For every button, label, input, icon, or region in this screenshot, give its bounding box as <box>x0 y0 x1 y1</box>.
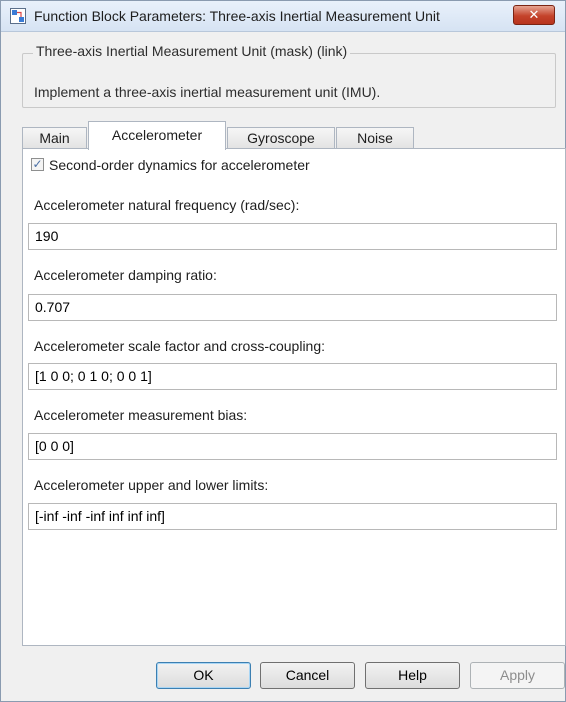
help-button[interactable]: Help <box>365 662 460 689</box>
tab-bar: Main Accelerometer Gyroscope Noise <box>22 121 562 150</box>
close-button[interactable]: ✕ <box>513 5 555 25</box>
limits-input[interactable]: [-inf -inf -inf inf inf inf] <box>28 503 557 530</box>
measurement-bias-input[interactable]: [0 0 0] <box>28 433 557 460</box>
second-order-label: Second-order dynamics for accelerometer <box>49 157 310 173</box>
block-parameters-icon <box>10 8 26 24</box>
ok-button[interactable]: OK <box>156 662 251 689</box>
damping-ratio-label: Accelerometer damping ratio: <box>34 267 217 283</box>
scale-factor-label: Accelerometer scale factor and cross-cou… <box>34 338 326 354</box>
tab-noise[interactable]: Noise <box>336 127 414 149</box>
limits-label: Accelerometer upper and lower limits: <box>34 477 269 493</box>
close-icon: ✕ <box>528 7 540 22</box>
dialog-window: Function Block Parameters: Three-axis In… <box>0 0 566 702</box>
title-bar[interactable]: Function Block Parameters: Three-axis In… <box>1 1 565 32</box>
tab-gyroscope[interactable]: Gyroscope <box>227 127 335 149</box>
tab-accelerometer[interactable]: Accelerometer <box>88 121 226 150</box>
second-order-checkbox[interactable]: ✓ <box>31 158 44 171</box>
damping-ratio-input[interactable]: 0.707 <box>28 294 557 321</box>
natural-frequency-input[interactable]: 190 <box>28 223 557 250</box>
cancel-button[interactable]: Cancel <box>260 662 355 689</box>
apply-button[interactable]: Apply <box>470 662 565 689</box>
measurement-bias-label: Accelerometer measurement bias: <box>34 407 248 423</box>
natural-frequency-label: Accelerometer natural frequency (rad/sec… <box>34 197 300 213</box>
mask-group-label: Three-axis Inertial Measurement Unit (ma… <box>33 43 351 59</box>
mask-description: Implement a three-axis inertial measurem… <box>34 84 381 100</box>
window-title: Function Block Parameters: Three-axis In… <box>34 8 440 24</box>
check-icon: ✓ <box>32 157 43 171</box>
tab-main[interactable]: Main <box>22 127 87 149</box>
scale-factor-input[interactable]: [1 0 0; 0 1 0; 0 0 1] <box>28 363 557 390</box>
